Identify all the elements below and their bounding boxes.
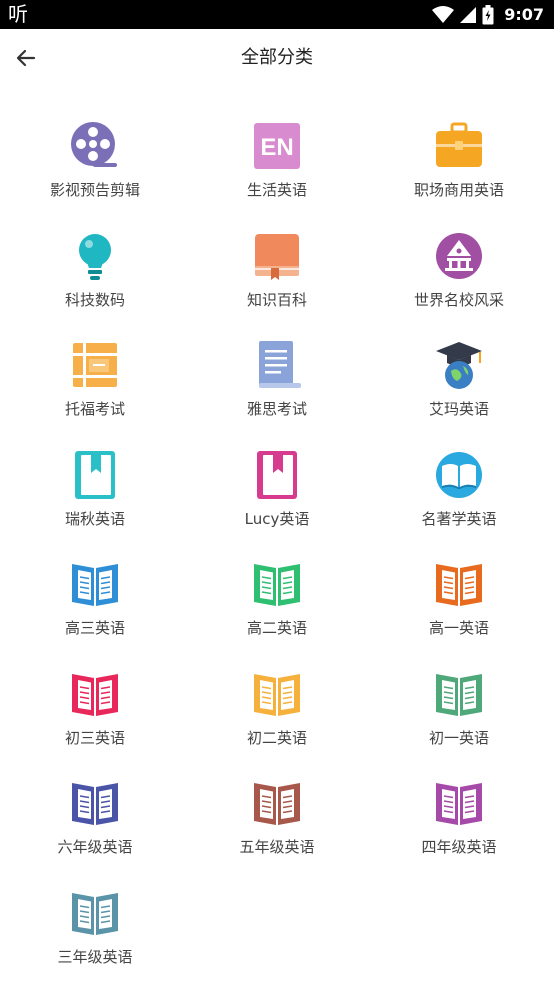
category-item[interactable]: 初二英语 [202,666,352,766]
category-label: 生活英语 [246,181,307,199]
en-badge-icon: EN [251,120,303,172]
category-label: 瑞秋英语 [64,509,125,528]
category-item[interactable]: 初一英语 [384,666,534,766]
open-book-circle-icon [433,449,485,501]
category-label: 高一英语 [428,619,489,637]
open-book-icon [69,887,121,939]
category-item[interactable]: 四年级英语 [384,775,534,875]
category-item[interactable]: 托福考试 [20,337,170,437]
briefcase-icon [433,120,485,172]
category-item[interactable]: 知识百科 [202,228,352,328]
status-icons: 9:07 [432,0,544,29]
graduation-globe-icon [433,339,485,391]
open-book-icon [69,558,121,610]
ticket-icon [69,339,121,391]
category-item[interactable]: 五年级英语 [202,775,352,875]
bookmark-book-icon [69,449,121,501]
category-label: 雅思考试 [246,400,307,418]
category-item[interactable]: 三年级英语 [20,885,170,985]
open-book-icon [433,777,485,829]
category-label: 知识百科 [246,290,307,309]
document-icon [251,339,303,391]
category-item[interactable]: 瑞秋英语 [20,447,170,547]
clock: 9:07 [504,5,544,24]
category-label: 职场商用英语 [413,181,504,199]
signal-icon [460,6,477,24]
category-item[interactable]: 六年级英语 [20,775,170,875]
category-label: 名著学英语 [421,509,497,528]
category-item[interactable]: Lucy英语 [202,447,352,547]
category-label: 世界名校风采 [413,290,504,309]
category-label: 三年级英语 [57,947,133,966]
category-item[interactable]: 影视预告剪辑 [20,118,170,218]
category-label: 艾玛英语 [428,400,489,418]
open-book-icon [69,668,121,720]
category-item[interactable]: 高三英语 [20,556,170,656]
university-icon [433,230,485,282]
battery-icon [482,4,494,25]
category-label: 初三英语 [64,728,125,747]
open-book-icon [69,777,121,829]
lightbulb-icon [69,230,121,282]
book-icon [251,230,303,282]
category-label: 高二英语 [246,619,307,637]
category-item[interactable]: 职场商用英语 [384,118,534,218]
category-label: Lucy英语 [244,509,310,528]
category-label: 五年级英语 [239,838,315,856]
category-item[interactable]: 高一英语 [384,556,534,656]
category-item[interactable]: 高二英语 [202,556,352,656]
wifi-icon [432,5,455,24]
film-reel-icon [69,120,121,172]
category-item[interactable]: 初三英语 [20,666,170,766]
category-label: 高三英语 [64,619,125,637]
category-item[interactable]: 科技数码 [20,228,170,328]
open-book-icon [251,668,303,720]
open-book-icon [433,558,485,610]
category-label: 初二英语 [246,728,307,747]
open-book-icon [433,668,485,720]
category-label: 四年级英语 [421,838,497,856]
category-item[interactable]: 艾玛英语 [384,337,534,437]
status-bar: 听 9:07 [0,0,554,29]
category-label: 初一英语 [428,728,489,747]
page-title: 全部分类 [241,47,313,68]
open-book-icon [251,558,303,610]
bookmark-book-icon [251,449,303,501]
category-item[interactable]: 世界名校风采 [384,228,534,328]
svg-text:EN: EN [260,134,293,161]
top-app-bar: 全部分类 [0,29,554,87]
category-item[interactable]: 名著学英语 [384,447,534,547]
app-notification-glyph: 听 [8,2,28,26]
category-label: 托福考试 [64,400,125,418]
category-label: 六年级英语 [57,838,133,856]
category-item[interactable]: 雅思考试 [202,337,352,437]
category-label: 科技数码 [64,290,125,309]
category-label: 影视预告剪辑 [49,181,140,199]
category-item[interactable]: EN 生活英语 [202,118,352,218]
open-book-icon [251,777,303,829]
